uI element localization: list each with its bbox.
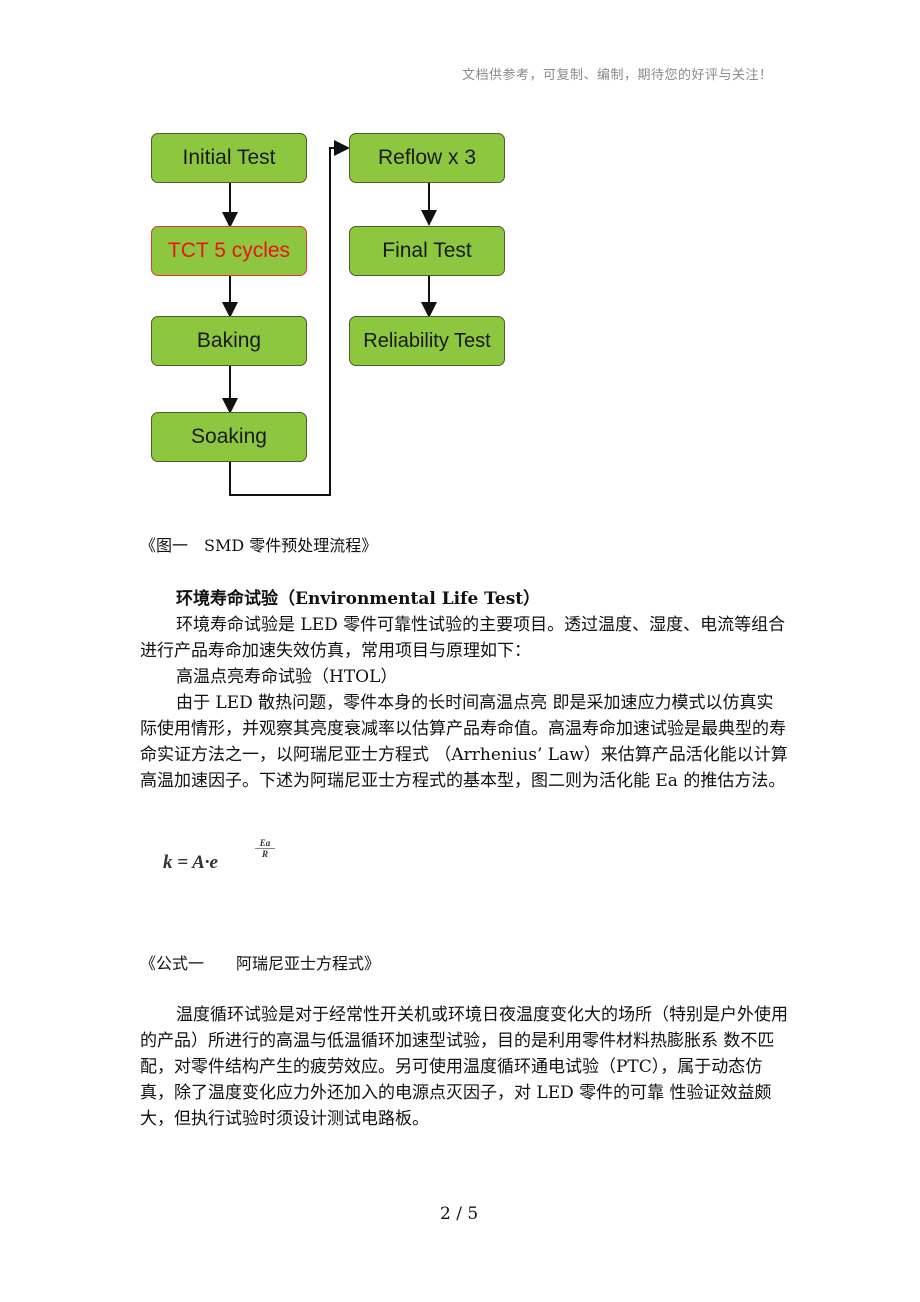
flowchart-diagram: Initial Test TCT 5 cycles Baking Soaking… [140,120,520,510]
node-baking: Baking [151,316,307,366]
formula-caption: 《公式一 阿瑞尼亚士方程式》 [140,954,381,973]
header-note: 文档供参考，可复制、编制，期待您的好评与关注！ [462,68,773,83]
formula-exponent: Ea R [255,838,275,859]
page-number: 2 / 5 [440,1204,479,1224]
node-final-test: Final Test [349,226,505,276]
figure-caption: 《图一 SMD 零件预处理流程》 [140,536,378,555]
node-reflow: Reflow x 3 [349,133,505,183]
node-reliability-test: Reliability Test [349,316,505,366]
formula-exp-denominator: R [255,848,275,859]
node-initial-test: Initial Test [151,133,307,183]
tct-section: 温度循环试验是对于经常性开关机或环境日夜温度变化大的场所（特别是户外使用的产品）… [140,1002,790,1132]
node-soaking: Soaking [151,412,307,462]
section-heading: 环境寿命试验（Environmental Life Test） [176,589,541,609]
htol-paragraph: 由于 LED 散热问题，零件本身的长时间高温点亮 即是采加速应力模式以仿真实际使… [140,693,788,791]
tct-paragraph: 温度循环试验是对于经常性开关机或环境日夜温度变化大的场所（特别是户外使用的产品）… [140,1005,788,1129]
intro-paragraph: 环境寿命试验是 LED 零件可靠性试验的主要项目。透过温度、湿度、电流等组合进行… [140,615,786,661]
formula-base: k = A·e [163,852,218,873]
node-tct-cycles: TCT 5 cycles [151,226,307,276]
formula-exp-numerator: Ea [259,838,271,848]
arrhenius-formula: k = A·e Ea R [163,838,275,874]
sub-heading: 高温点亮寿命试验（HTOL） [176,667,398,687]
section-body: 环境寿命试验（Environmental Life Test） 环境寿命试验是 … [140,586,790,794]
